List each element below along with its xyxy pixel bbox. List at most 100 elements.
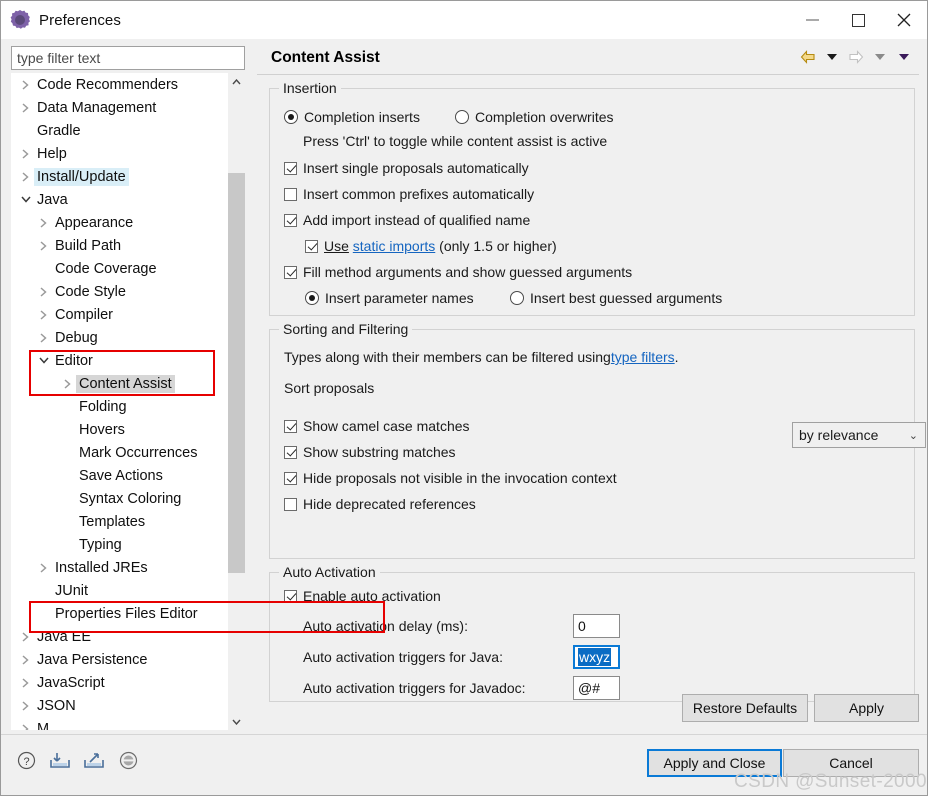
checkbox-indicator	[284, 497, 297, 511]
auto-activation-delay-value: 0	[578, 618, 586, 634]
radio-completion-overwrites[interactable]: Completion overwrites	[455, 109, 614, 125]
tree-item-label: Templates	[79, 513, 146, 530]
radio-insert-best-guessed[interactable]: Insert best guessed arguments	[510, 290, 722, 306]
chevron-right-icon[interactable]	[17, 148, 34, 159]
checkbox-add-import[interactable]: Add import instead of qualified name	[284, 212, 530, 228]
tree-item-save-actions[interactable]: Save Actions	[11, 464, 233, 487]
tree-item-properties-files-editor[interactable]: Properties Files Editor	[11, 602, 233, 625]
filter-circle-icon[interactable]	[117, 749, 139, 771]
maximize-button[interactable]	[835, 1, 881, 39]
tree-item-templates[interactable]: Templates	[11, 510, 233, 533]
auto-activation-javadoc-input[interactable]: @#	[573, 676, 620, 700]
tree-item-code-recommenders[interactable]: Code Recommenders	[11, 73, 233, 96]
apply-and-close-button[interactable]: Apply and Close	[647, 749, 782, 777]
tree-item-content-assist[interactable]: Content Assist	[11, 372, 233, 395]
tree-item-code-coverage[interactable]: Code Coverage	[11, 257, 233, 280]
chevron-up-icon[interactable]	[228, 73, 245, 90]
restore-defaults-button[interactable]: Restore Defaults	[682, 694, 808, 722]
chevron-right-icon[interactable]	[35, 240, 52, 251]
arrow-left-icon[interactable]	[797, 47, 819, 67]
chevron-right-icon[interactable]	[17, 700, 34, 711]
caret-down-icon-forward	[869, 47, 891, 67]
tree-item-label: Java Persistence	[37, 651, 148, 668]
tree-item-code-style[interactable]: Code Style	[11, 280, 233, 303]
checkbox-use-static-imports[interactable]: Use static imports (only 1.5 or higher)	[305, 238, 557, 254]
chevron-right-icon[interactable]	[35, 217, 52, 228]
apply-button[interactable]: Apply	[814, 694, 919, 722]
tree-item-javascript[interactable]: JavaScript	[11, 671, 233, 694]
minimize-button[interactable]	[789, 1, 835, 39]
export-icon[interactable]	[83, 749, 105, 771]
caret-down-icon-back[interactable]	[821, 47, 843, 67]
chevron-down-icon[interactable]	[35, 357, 52, 364]
tree-item-help[interactable]: Help	[11, 142, 233, 165]
chevron-right-icon[interactable]	[35, 309, 52, 320]
tree-item-appearance[interactable]: Appearance	[11, 211, 233, 234]
tree-item-installed-jres[interactable]: Installed JREs	[11, 556, 233, 579]
caret-down-icon-menu[interactable]	[893, 47, 915, 67]
auto-activation-delay-input[interactable]: 0	[573, 614, 620, 638]
tree-item-label: Hovers	[79, 421, 125, 438]
chevron-down-icon: ⌄	[908, 429, 918, 442]
import-icon[interactable]	[49, 749, 71, 771]
chevron-down-icon[interactable]	[17, 196, 34, 203]
tree-scrollbar[interactable]	[228, 73, 245, 730]
chevron-right-icon[interactable]	[59, 378, 76, 389]
chevron-right-icon[interactable]	[17, 79, 34, 90]
tree-item-folding[interactable]: Folding	[11, 395, 233, 418]
arrow-right-icon	[845, 47, 867, 67]
checkbox-fill-method-arguments[interactable]: Fill method arguments and show guessed a…	[284, 264, 632, 280]
tree-item-mark-occurrences[interactable]: Mark Occurrences	[11, 441, 233, 464]
close-button[interactable]	[881, 1, 927, 39]
checkbox-insert-single-proposals[interactable]: Insert single proposals automatically	[284, 160, 529, 176]
chevron-right-icon[interactable]	[35, 332, 52, 343]
preferences-tree[interactable]: Code Recommenders Data Management Gradle He…	[11, 73, 245, 730]
tree-item-install-update[interactable]: Install/Update	[11, 165, 233, 188]
checkbox-hide-not-visible[interactable]: Hide proposals not visible in the invoca…	[284, 470, 617, 486]
tree-item-debug[interactable]: Debug	[11, 326, 233, 349]
chevron-down-icon[interactable]	[228, 713, 245, 730]
scrollbar-thumb[interactable]	[228, 173, 245, 573]
cancel-button[interactable]: Cancel	[783, 749, 919, 777]
tree-item-syntax-coloring[interactable]: Syntax Coloring	[11, 487, 233, 510]
bottom-left-icons: ?	[15, 749, 139, 771]
radio-completion-inserts[interactable]: Completion inserts	[284, 109, 420, 125]
filter-input[interactable]: type filter text	[11, 46, 245, 70]
tree-item-m[interactable]: M	[11, 717, 233, 730]
tree-item-java-persistence[interactable]: Java Persistence	[11, 648, 233, 671]
chevron-right-icon[interactable]	[35, 562, 52, 573]
checkbox-hide-deprecated[interactable]: Hide deprecated references	[284, 496, 476, 512]
chevron-right-icon[interactable]	[35, 286, 52, 297]
tree-item-data-management[interactable]: Data Management	[11, 96, 233, 119]
radio-insert-parameter-names[interactable]: Insert parameter names	[305, 290, 474, 306]
tree-item-build-path[interactable]: Build Path	[11, 234, 233, 257]
chevron-right-icon[interactable]	[17, 631, 34, 642]
static-imports-link[interactable]: static imports	[353, 238, 435, 254]
checkbox-insert-common-prefixes[interactable]: Insert common prefixes automatically	[284, 186, 534, 202]
checkbox-label: Show substring matches	[303, 444, 456, 460]
tree-item-junit[interactable]: JUnit	[11, 579, 233, 602]
checkbox-show-substring[interactable]: Show substring matches	[284, 444, 456, 460]
checkbox-enable-auto-activation[interactable]: Enable auto activation	[284, 588, 441, 604]
chevron-right-icon[interactable]	[17, 677, 34, 688]
tree-item-java[interactable]: Java	[11, 188, 233, 211]
auto-activation-java-value: wxyz	[578, 648, 612, 666]
tree-item-gradle[interactable]: Gradle	[11, 119, 233, 142]
checkbox-show-camel-case[interactable]: Show camel case matches	[284, 418, 470, 434]
chevron-right-icon[interactable]	[17, 171, 34, 182]
tree-item-editor[interactable]: Editor	[11, 349, 233, 372]
chevron-right-icon[interactable]	[17, 654, 34, 665]
tree-list: Code Recommenders Data Management Gradle He…	[11, 73, 233, 730]
tree-item-hovers[interactable]: Hovers	[11, 418, 233, 441]
chevron-right-icon[interactable]	[17, 723, 34, 730]
sort-proposals-select[interactable]: by relevance ⌄	[792, 422, 926, 448]
auto-activation-java-input[interactable]: wxyz	[573, 645, 620, 669]
tree-item-typing[interactable]: Typing	[11, 533, 233, 556]
tree-item-compiler[interactable]: Compiler	[11, 303, 233, 326]
chevron-right-icon[interactable]	[17, 102, 34, 113]
type-filters-link[interactable]: type filters	[611, 349, 675, 365]
tree-item-label: Help	[37, 145, 67, 162]
tree-item-java-ee[interactable]: Java EE	[11, 625, 233, 648]
help-icon[interactable]: ?	[15, 749, 37, 771]
tree-item-json[interactable]: JSON	[11, 694, 233, 717]
